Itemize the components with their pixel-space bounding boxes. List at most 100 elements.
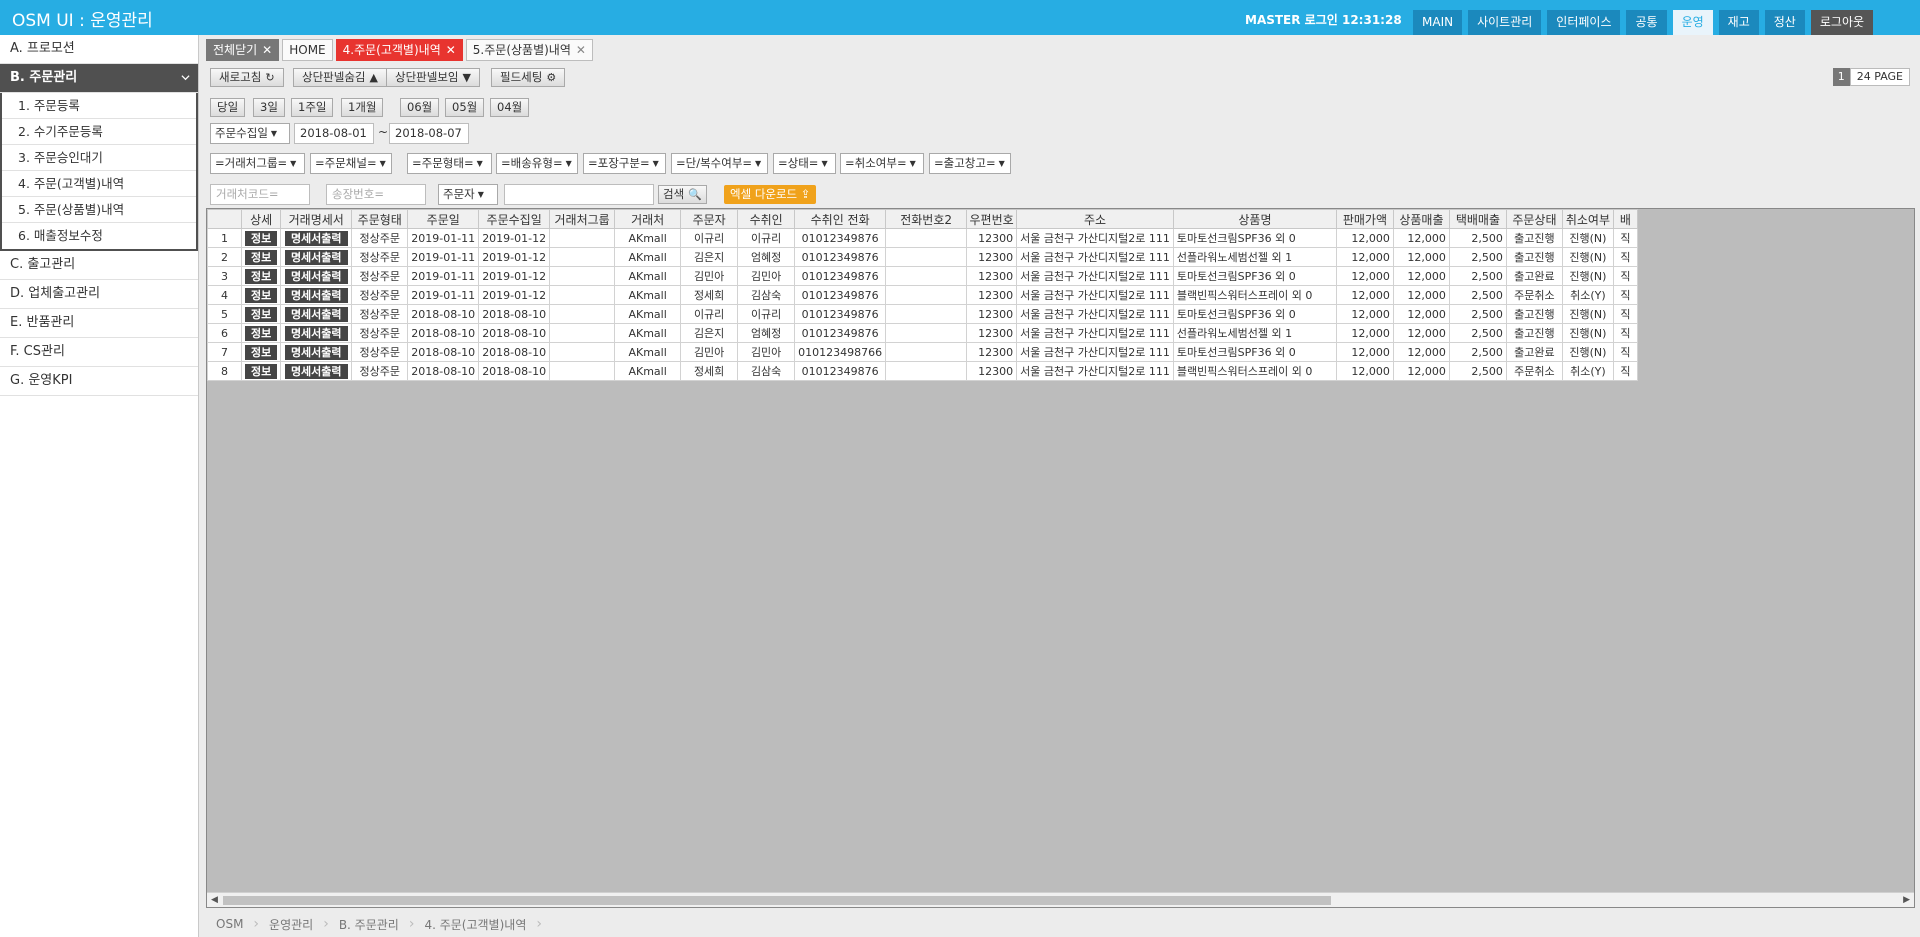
column-header[interactable] [207, 209, 242, 229]
tab-order-by-product[interactable]: 5.주문(상품별)내역 ✕ [465, 39, 593, 61]
detail-info-button[interactable]: 정보 [245, 268, 278, 284]
breadcrumb-item[interactable]: 운영관리 [259, 916, 323, 933]
single-multi-select[interactable]: =단/복수여부= ▼ [671, 153, 768, 174]
sidebar-item-kpi[interactable]: G. 운영KPI [0, 367, 198, 396]
print-invoice-button[interactable]: 명세서출력 [284, 306, 348, 322]
detail-info-button[interactable]: 정보 [245, 287, 278, 303]
detail-info-button[interactable]: 정보 [245, 306, 278, 322]
table-row[interactable]: 2 정보 명세서출력 정상주문 2019-01-11 2019-01-12 AKmall 김은… [207, 247, 1638, 267]
nav-settlement[interactable]: 정산 [1764, 10, 1805, 35]
column-header[interactable]: 주문형태 [351, 209, 409, 229]
breadcrumb-item[interactable]: OSM [206, 917, 253, 931]
nav-interface[interactable]: 인터페이스 [1547, 10, 1621, 35]
sidebar-item-vendor-shipping[interactable]: D. 업체출고관리 [0, 280, 198, 309]
vendor-code-input[interactable]: 거래처코드= [210, 184, 310, 205]
vendor-group-select[interactable]: =거래처그룹= ▼ [210, 153, 305, 174]
submenu-order-register[interactable]: 1. 주문등록 [2, 93, 196, 119]
date-month-06-button[interactable]: 06월 [400, 98, 440, 117]
table-row[interactable]: 8 정보 명세서출력 정상주문 2018-08-10 2018-08-10 AKmall 정세… [207, 361, 1638, 381]
column-header[interactable]: 전화번호2 [885, 209, 968, 229]
detail-info-button[interactable]: 정보 [245, 344, 278, 360]
column-header[interactable]: 판매가액 [1335, 209, 1394, 229]
detail-info-button[interactable]: 정보 [245, 249, 278, 265]
column-header[interactable]: 배 [1612, 209, 1638, 229]
close-icon[interactable]: ✕ [446, 40, 456, 60]
nav-main[interactable]: MAIN [1413, 10, 1463, 35]
print-invoice-button[interactable]: 명세서출력 [284, 325, 348, 341]
horizontal-scrollbar[interactable]: ◀ ▶ [207, 892, 1914, 907]
date-1week-button[interactable]: 1주일 [291, 98, 334, 117]
column-header[interactable]: 주문일 [407, 209, 480, 229]
refresh-button[interactable]: 새로고침 ↻ [210, 68, 284, 87]
scroll-left-icon[interactable]: ◀ [211, 895, 218, 905]
current-page[interactable]: 1 [1832, 68, 1850, 86]
show-panel-button[interactable]: 상단판넬보임 ▼ [386, 68, 480, 87]
column-header[interactable]: 주문자 [680, 209, 739, 229]
table-row[interactable]: 5 정보 명세서출력 정상주문 2018-08-10 2018-08-10 AKmall 이규… [207, 304, 1638, 324]
date-from-input[interactable]: 2018-08-01 [294, 123, 374, 144]
date-month-04-button[interactable]: 04월 [490, 98, 530, 117]
nav-inventory[interactable]: 재고 [1718, 10, 1759, 35]
date-3days-button[interactable]: 3일 [253, 98, 285, 117]
sidebar-item-promotion[interactable]: A. 프로모션 [0, 35, 198, 64]
submenu-order-approval[interactable]: 3. 주문승인대기 [2, 145, 196, 171]
column-header[interactable]: 수취인 [737, 209, 796, 229]
logout-button[interactable]: 로그아웃 [1810, 10, 1874, 35]
warehouse-select[interactable]: =출고창고= ▼ [929, 153, 1011, 174]
column-header[interactable]: 거래처그룹 [549, 209, 616, 229]
sidebar-item-order-management[interactable]: B. 주문관리 [0, 64, 198, 93]
table-row[interactable]: 4 정보 명세서출력 정상주문 2019-01-11 2019-01-12 AKmall 정세… [207, 285, 1638, 305]
nav-operation[interactable]: 운영 [1672, 10, 1713, 35]
table-row[interactable]: 6 정보 명세서출력 정상주문 2018-08-10 2018-08-10 AKmall 김은… [207, 323, 1638, 343]
detail-info-button[interactable]: 정보 [245, 363, 278, 379]
date-to-input[interactable]: 2018-08-07 [389, 123, 469, 144]
table-row[interactable]: 1 정보 명세서출력 정상주문 2019-01-11 2019-01-12 AKmall 이규… [207, 228, 1638, 248]
hide-panel-button[interactable]: 상단판넬숨김 ▲ [293, 68, 387, 87]
nav-common[interactable]: 공통 [1626, 10, 1667, 35]
column-header[interactable]: 택배매출 [1448, 209, 1507, 229]
column-header[interactable]: 상품매출 [1392, 209, 1450, 229]
print-invoice-button[interactable]: 명세서출력 [284, 249, 348, 265]
excel-download-button[interactable]: 엑셀 다운로드 ⇪ [724, 185, 817, 204]
date-today-button[interactable]: 당일 [210, 98, 246, 117]
sidebar-item-cs[interactable]: F. CS관리 [0, 338, 198, 367]
order-channel-select[interactable]: =주문채널= ▼ [310, 153, 392, 174]
print-invoice-button[interactable]: 명세서출력 [284, 287, 348, 303]
column-header[interactable]: 상세 [240, 209, 282, 229]
submenu-order-by-customer[interactable]: 4. 주문(고객별)내역 [2, 171, 196, 197]
field-setting-button[interactable]: 필드세팅 ⚙ [491, 68, 566, 87]
date-type-select[interactable]: 주문수집일 ▼ [210, 123, 290, 144]
table-row[interactable]: 3 정보 명세서출력 정상주문 2019-01-11 2019-01-12 AKmall 김민… [207, 266, 1638, 286]
tab-home[interactable]: HOME [282, 39, 333, 61]
print-invoice-button[interactable]: 명세서출력 [284, 363, 348, 379]
search-keyword-input[interactable] [504, 184, 654, 205]
column-header[interactable]: 주소 [1016, 209, 1174, 229]
column-header[interactable]: 주문수집일 [478, 209, 551, 229]
detail-info-button[interactable]: 정보 [245, 230, 278, 246]
order-type-select[interactable]: =주문형태= ▼ [407, 153, 492, 174]
cancel-status-select[interactable]: =취소여부= ▼ [840, 153, 924, 174]
close-icon[interactable]: ✕ [576, 40, 586, 60]
delivery-type-select[interactable]: =배송유형= ▼ [496, 153, 578, 174]
date-1month-button[interactable]: 1개월 [341, 98, 384, 117]
print-invoice-button[interactable]: 명세서출력 [284, 268, 348, 284]
search-button[interactable]: 검색 🔍 [658, 185, 707, 204]
order-grid[interactable]: 상세 거래명세서 주문형태 주문일 주문수집일 거래처그룹 거래처 주문자 수취인 수취인 전화 전… [206, 208, 1915, 908]
column-header[interactable]: 취소여부 [1561, 209, 1614, 229]
invoice-number-input[interactable]: 송장번호= [326, 184, 426, 205]
status-select[interactable]: =상태= ▼ [773, 153, 836, 174]
scroll-right-icon[interactable]: ▶ [1903, 895, 1910, 905]
submenu-order-by-product[interactable]: 5. 주문(상품별)내역 [2, 197, 196, 223]
print-invoice-button[interactable]: 명세서출력 [284, 344, 348, 360]
scrollbar-thumb[interactable] [223, 896, 1331, 905]
sidebar-item-returns[interactable]: E. 반품관리 [0, 309, 198, 338]
column-header[interactable]: 상품명 [1172, 209, 1337, 229]
date-month-05-button[interactable]: 05월 [445, 98, 485, 117]
close-icon[interactable]: ✕ [262, 40, 272, 60]
submenu-manual-order[interactable]: 2. 수기주문등록 [2, 119, 196, 145]
search-field-select[interactable]: 주문자 ▼ [438, 184, 498, 205]
column-header[interactable]: 거래명세서 [280, 209, 353, 229]
tab-order-by-customer[interactable]: 4.주문(고객별)내역 ✕ [335, 39, 463, 61]
nav-site-admin[interactable]: 사이트관리 [1468, 10, 1542, 35]
packing-type-select[interactable]: =포장구분= ▼ [583, 153, 666, 174]
